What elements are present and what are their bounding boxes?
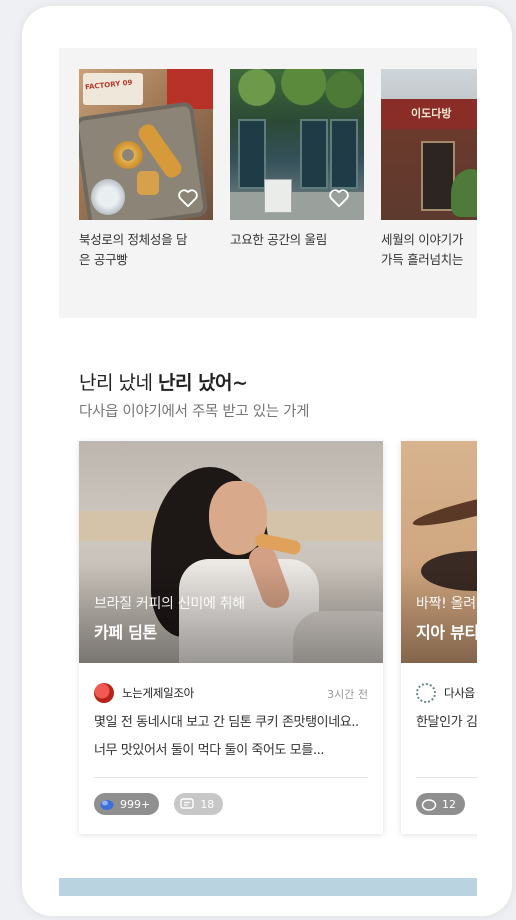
store-card[interactable]: 이도다방 세월의 이야기가 가득 흘러넘치는: [381, 69, 477, 270]
comment-chip[interactable]: 18: [174, 793, 224, 815]
store-title[interactable]: 세월의 이야기가 가득 흘러넘치는: [381, 230, 477, 270]
store-card[interactable]: 고요한 공간의 울림: [230, 69, 364, 250]
store-image[interactable]: 이도다방: [381, 69, 477, 220]
card-photo[interactable]: 바짝! 올려 지아 뷰티: [401, 441, 477, 663]
card-stats: 999+ 18: [94, 793, 233, 815]
trending-card[interactable]: 브라질 커피의 신미에 취해 카페 딤톤 노는게제일조아 3시간 전 몇일 전 …: [79, 441, 383, 834]
author-avatar[interactable]: [416, 683, 436, 703]
divider: [94, 777, 368, 778]
comment-icon: [180, 798, 195, 809]
author-name[interactable]: 노는게제일조아: [122, 685, 194, 701]
trending-section: 난리 났네 난리 났어~ 다사읍 이야기에서 주목 받고 있는 가게 브라질 커…: [59, 318, 477, 896]
card-kicker: 바짝! 올려: [416, 596, 476, 612]
phone-frame: FACTORY 09 북성로의 정체성을 담 은 공구빵 고요한 공간의 울림 …: [22, 6, 512, 916]
card-meta: 다사읍: [416, 681, 477, 705]
reaction-chip[interactable]: 12: [416, 793, 465, 815]
store-title[interactable]: 북성로의 정체성을 담 은 공구빵: [79, 230, 213, 270]
card-stats: 12: [416, 793, 475, 815]
clap-icon: [100, 800, 114, 810]
clap-icon: [421, 799, 437, 811]
divider: [416, 777, 477, 778]
post-time: 3시간 전: [327, 688, 368, 701]
heart-icon[interactable]: [328, 188, 350, 208]
store-sign-text: 이도다방: [411, 107, 452, 120]
bottom-banner[interactable]: [59, 878, 477, 896]
card-heading: 카페 딤톤: [94, 623, 157, 642]
post-text[interactable]: 한달인가 김 속눈썹도 리: [416, 709, 477, 737]
store-image[interactable]: FACTORY 09: [79, 69, 213, 220]
store-title[interactable]: 고요한 공간의 울림: [230, 230, 364, 250]
section-subtitle: 다사읍 이야기에서 주목 받고 있는 가게: [79, 404, 310, 420]
recommendation-row[interactable]: FACTORY 09 북성로의 정체성을 담 은 공구빵 고요한 공간의 울림 …: [79, 69, 477, 309]
section-title: 난리 났네 난리 났어~: [79, 372, 248, 394]
card-kicker: 브라질 커피의 신미에 취해: [94, 596, 245, 612]
author-name[interactable]: 다사읍: [444, 685, 475, 701]
card-heading: 지아 뷰티: [416, 623, 477, 642]
app-screen: FACTORY 09 북성로의 정체성을 담 은 공구빵 고요한 공간의 울림 …: [59, 48, 477, 896]
post-text[interactable]: 몇일 전 동네시대 보고 간 딤톤 쿠키 존맛탱이네요.. 너무 맛있어서 둘이…: [94, 709, 372, 765]
reaction-chip[interactable]: 999+: [94, 793, 160, 815]
author-avatar[interactable]: [94, 683, 114, 703]
trending-card[interactable]: 바짝! 올려 지아 뷰티 다사읍 한달인가 김 속눈썹도 리: [401, 441, 477, 834]
card-meta: 노는게제일조아 3시간 전: [94, 681, 368, 705]
store-card[interactable]: FACTORY 09 북성로의 정체성을 담 은 공구빵: [79, 69, 213, 270]
card-photo[interactable]: 브라질 커피의 신미에 취해 카페 딤톤: [79, 441, 383, 663]
store-image[interactable]: [230, 69, 364, 220]
heart-icon[interactable]: [177, 188, 199, 208]
recommendation-section: FACTORY 09 북성로의 정체성을 담 은 공구빵 고요한 공간의 울림 …: [59, 48, 477, 318]
